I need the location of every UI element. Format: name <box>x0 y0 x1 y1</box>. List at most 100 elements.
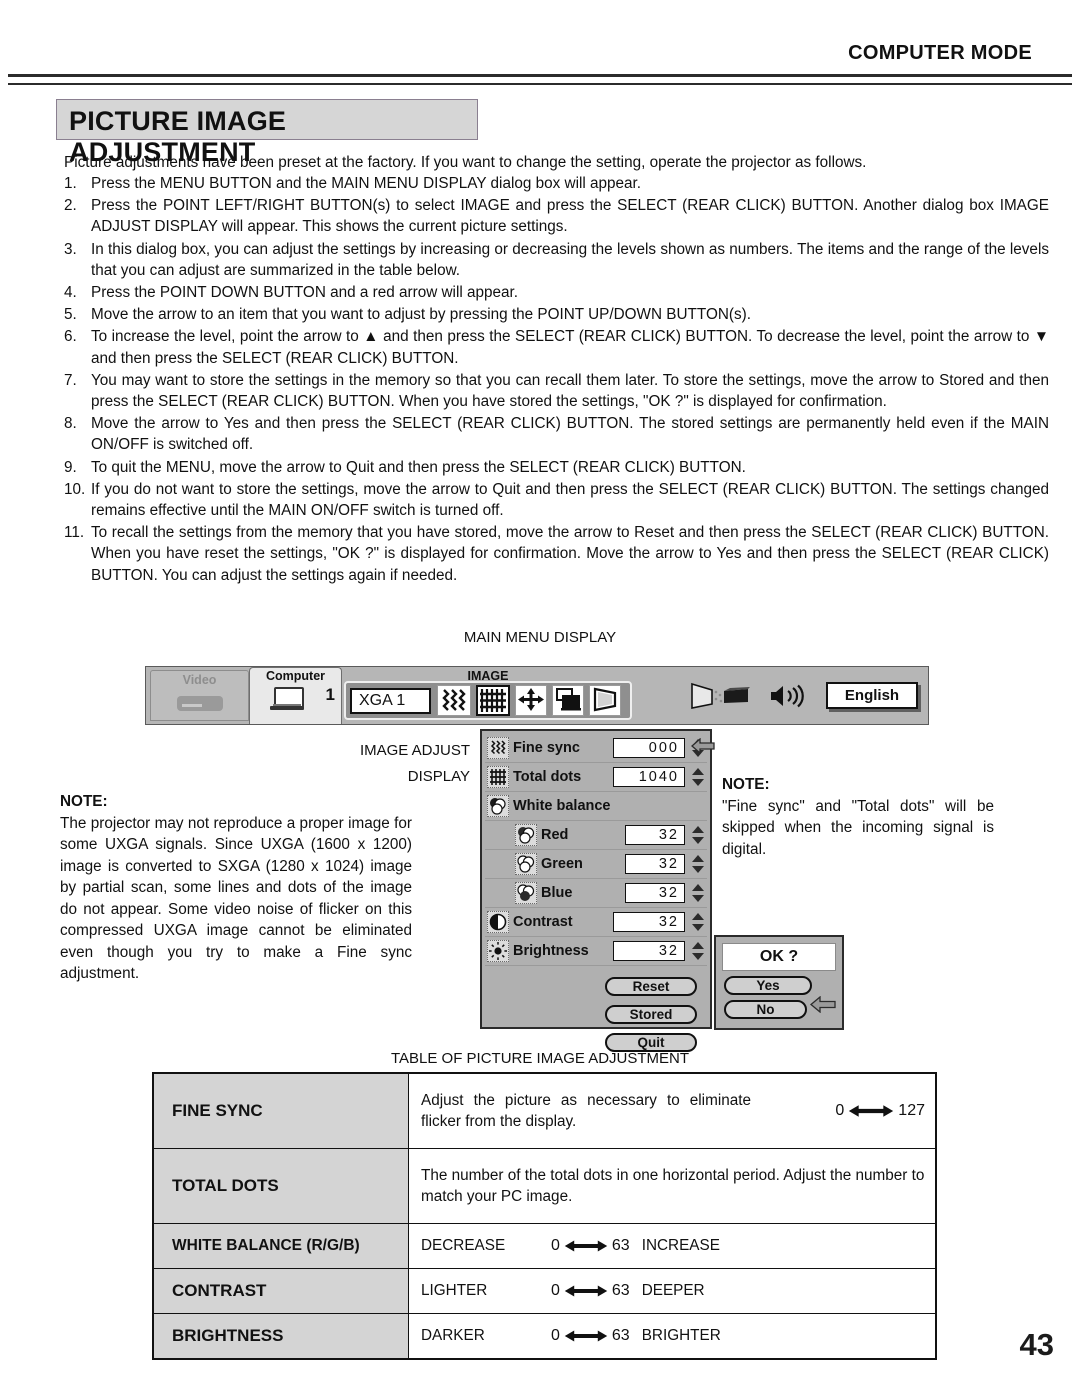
step-text: Move the arrow to an item that you want … <box>91 306 751 324</box>
page-mode-label: COMPUTER MODE <box>848 42 1032 64</box>
table-row-right-term: INCREASE <box>641 1237 720 1254</box>
tab-computer[interactable]: Computer 1 <box>249 667 342 724</box>
step-number: 9. <box>64 458 77 476</box>
step-text: Press the POINT LEFT/RIGHT BUTTON(s) to … <box>91 197 1049 236</box>
adjustment-table: FINE SYNC Adjust the picture as necessary… <box>152 1072 937 1360</box>
step-item: 1. Press the MENU BUTTON and the MAIN MEN… <box>64 173 1049 194</box>
step-text: Press the POINT DOWN BUTTON and a red ar… <box>91 284 519 302</box>
step-item: 5. Move the arrow to an item that you wan… <box>64 304 1049 325</box>
table-row-name: FINE SYNC <box>154 1074 409 1148</box>
step-text: To recall the settings from the memory t… <box>91 524 1049 584</box>
row-value-blue[interactable]: 32 <box>625 883 685 903</box>
no-button[interactable]: No <box>724 1000 807 1019</box>
step-number: 2. <box>64 197 77 215</box>
table-row-detail: DARKER 0 63 BRIGHTER <box>409 1314 935 1358</box>
red-icon <box>515 824 537 846</box>
spinner-red[interactable] <box>689 824 707 846</box>
spinner-brightness[interactable] <box>689 940 707 962</box>
row-green[interactable]: Green 32 <box>485 850 707 879</box>
position-icon[interactable] <box>515 685 547 716</box>
row-value-brightness[interactable]: 32 <box>613 941 685 961</box>
spinner-green[interactable] <box>689 853 707 875</box>
range-high: 127 <box>898 1102 925 1119</box>
source-value-box[interactable]: XGA 1 <box>350 687 431 714</box>
row-brightness[interactable]: Brightness 32 <box>485 937 707 966</box>
table-row-description: The number of the total dots in one hori… <box>421 1167 925 1205</box>
row-label-red: Red <box>541 827 569 843</box>
step-item: 3. In this dialog box, you can adjust the… <box>64 239 1049 281</box>
tab-video-label: Video <box>182 673 217 687</box>
spinner-total-dots[interactable] <box>689 766 707 788</box>
image-adjust-dialog: Fine sync 000 Total dots 1040 White bala… <box>480 729 715 1052</box>
table-row-name: TOTAL DOTS <box>154 1149 409 1223</box>
reset-button[interactable]: Reset <box>605 976 697 996</box>
quit-button[interactable]: Quit <box>605 1032 697 1052</box>
brightness-icon <box>487 940 509 962</box>
step-text: You may want to store the settings in th… <box>91 371 1049 411</box>
row-value-contrast[interactable]: 32 <box>613 912 685 932</box>
step-number: 6. <box>64 328 77 346</box>
spinner-blue[interactable] <box>689 882 707 904</box>
row-value-total-dots[interactable]: 1040 <box>613 767 685 787</box>
step-number: 10. <box>64 480 86 498</box>
table-row-name: WHITE BALANCE (R/G/B) <box>154 1224 409 1268</box>
step-item: 8. Move the arrow to Yes and then press t… <box>64 413 1049 455</box>
language-value-box[interactable]: English <box>826 682 918 709</box>
green-icon <box>515 853 537 875</box>
note-left-body: The projector may not reproduce a proper… <box>60 814 412 983</box>
table-row-name: CONTRAST <box>154 1269 409 1313</box>
page-number: 43 <box>1019 1327 1054 1362</box>
step-number: 5. <box>64 306 77 324</box>
keystone-icon[interactable] <box>589 685 621 716</box>
step-item: 11. To recall the settings from the memor… <box>64 522 1049 586</box>
contrast-icon <box>487 911 509 933</box>
range-indicator: 0 63 <box>551 1282 630 1300</box>
image-adjust-caption: IMAGE ADJUST DISPLAY <box>255 738 470 790</box>
step-item: 4. Press the POINT DOWN BUTTON and a red … <box>64 282 1049 303</box>
step-number: 1. <box>64 175 77 192</box>
fine-sync-icon[interactable] <box>437 685 471 716</box>
range-indicator: 0 63 <box>551 1237 630 1255</box>
row-contrast[interactable]: Contrast 32 <box>485 908 707 937</box>
table-row-left-term: LIGHTER <box>421 1282 488 1299</box>
table-row-detail: Adjust the picture as necessary to elimi… <box>409 1074 935 1148</box>
table-row-right-term: BRIGHTER <box>641 1327 721 1344</box>
spinner-contrast[interactable] <box>689 911 707 933</box>
row-fine-sync[interactable]: Fine sync 000 <box>485 734 715 763</box>
volume-icon[interactable] <box>768 683 810 709</box>
row-value-green[interactable]: 32 <box>625 854 685 874</box>
note-right-body: "Fine sync" and "Total dots" will be ski… <box>722 797 994 858</box>
table-row: WHITE BALANCE (R/G/B) DECREASE 0 63 INCREASE <box>154 1224 935 1269</box>
step-number: 8. <box>64 415 77 433</box>
row-blue[interactable]: Blue 32 <box>485 879 707 908</box>
range-low: 0 <box>551 1327 560 1344</box>
table-row-right-term: DEEPER <box>641 1282 705 1299</box>
range-arrow-icon <box>564 1282 608 1300</box>
note-right: NOTE: "Fine sync" and "Total dots" will … <box>722 774 994 860</box>
total-dots-icon[interactable] <box>476 685 510 716</box>
image-adjust-caption-line2: DISPLAY <box>407 768 470 785</box>
screen-size-icon[interactable] <box>552 685 584 716</box>
step-number: 4. <box>64 284 77 302</box>
row-red[interactable]: Red 32 <box>485 821 707 850</box>
row-white-balance[interactable]: White balance <box>485 792 707 821</box>
ok-confirmation-dialog: OK ? Yes No <box>714 935 844 1030</box>
image-menu-group: IMAGE XGA 1 <box>344 669 632 720</box>
table-row: TOTAL DOTS The number of the total dots i… <box>154 1149 935 1224</box>
tab-video[interactable]: Video <box>150 670 249 721</box>
step-item: 2. Press the POINT LEFT/RIGHT BUTTON(s) t… <box>64 195 1049 237</box>
row-value-red[interactable]: 32 <box>625 825 685 845</box>
step-number: 7. <box>64 371 77 389</box>
projection-beam-icon[interactable] <box>690 682 752 710</box>
step-item: 6. To increase the level, point the arrow… <box>64 326 1049 368</box>
range-arrow-icon <box>564 1237 608 1255</box>
total-dots-icon <box>487 766 509 788</box>
note-left: NOTE: The projector may not reproduce a … <box>60 791 412 985</box>
image-adjust-caption-line1: IMAGE ADJUST <box>359 742 470 759</box>
stored-button[interactable]: Stored <box>605 1004 697 1024</box>
table-row-detail: DECREASE 0 63 INCREASE <box>409 1224 935 1268</box>
row-value-fine-sync[interactable]: 000 <box>613 738 685 758</box>
step-item: 10. If you do not want to store the setti… <box>64 479 1049 521</box>
yes-button[interactable]: Yes <box>724 976 812 995</box>
row-total-dots[interactable]: Total dots 1040 <box>485 763 707 792</box>
